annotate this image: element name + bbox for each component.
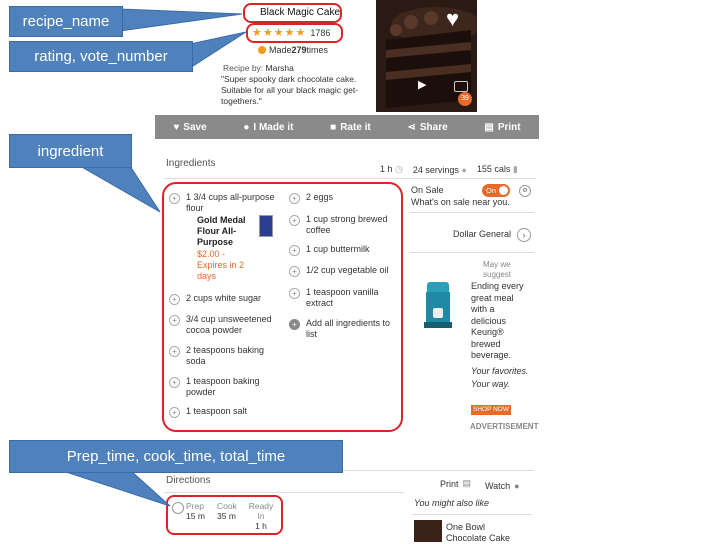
play-icon: ● [514, 481, 520, 491]
machine-top [427, 282, 449, 292]
heart-icon[interactable]: ♥ [446, 8, 468, 30]
shop-now-button[interactable]: SHOP NOW [471, 405, 511, 415]
chef-hat-icon: ● [243, 121, 250, 133]
cals-label: 155 cals [476, 164, 511, 174]
ad-italic-2: Your way. [471, 379, 510, 389]
camera-icon[interactable] [454, 81, 468, 92]
heart-icon: ♥ [173, 121, 180, 133]
machine-base [424, 322, 452, 328]
cals-info[interactable]: 155 cals ▮ [477, 164, 518, 175]
servings-info[interactable]: 24 servings ● [413, 165, 467, 175]
divider [412, 514, 532, 515]
directions-title: Directions [166, 475, 211, 486]
made-icon [258, 46, 266, 54]
made-suffix: times [306, 45, 329, 55]
author-name[interactable]: Marsha [266, 63, 294, 73]
made-count: 279 [291, 45, 307, 55]
print-icon: ▤ [484, 121, 494, 133]
ad-italic-1: Your favorites. [471, 366, 529, 376]
callout-times: Prep_time, cook_time, total_time [9, 440, 343, 473]
machine-cup [433, 308, 443, 318]
share-icon: ⋖ [407, 121, 416, 133]
total-time-label: 1 h [380, 164, 393, 174]
on-sale-toggle[interactable]: On [482, 184, 510, 197]
clock-icon: ◷ [395, 164, 403, 174]
print-label: Print [497, 121, 521, 133]
callout-ingredient: ingredient [9, 134, 132, 168]
chevron-right-icon[interactable]: › [517, 228, 531, 242]
also-like-title: You might also like [414, 498, 490, 508]
recipe-name-highlight [243, 3, 342, 23]
ingredients-highlight [162, 182, 403, 432]
sale-settings-icon[interactable]: ⚙ [519, 185, 531, 197]
divider [164, 178, 536, 179]
store-name[interactable]: Dollar General [453, 229, 513, 241]
times-highlight [166, 495, 283, 535]
ingredients-title: Ingredients [166, 158, 216, 169]
callout-recipe-name: recipe_name [9, 6, 123, 37]
recipe-description: "Super spooky dark chocolate cake. Suita… [221, 74, 359, 106]
ingredients-meta: 1 h ◷ 24 servings ● 155 cals ▮ [380, 164, 518, 175]
directions-print[interactable]: Print ▤ [440, 478, 471, 489]
recipe-toolbar: ♥ Save ● I Made it ■ Rate it ⋖ Share ▤ Print [155, 115, 539, 139]
advertisement-label: ADVERTISEMENT [470, 422, 539, 431]
made-it-button[interactable]: ● I Made it [243, 122, 293, 133]
photo-count-badge: 39 [458, 92, 472, 106]
servings-label: 24 servings [412, 164, 459, 175]
print-icon: ▤ [462, 478, 472, 488]
rating-highlight [246, 23, 343, 43]
on-sale-label: On Sale [411, 185, 444, 195]
bar-chart-icon: ▮ [512, 164, 518, 174]
related-recipe-thumb[interactable] [414, 520, 442, 542]
recipe-photo[interactable]: ♥ ▶ 39 [376, 0, 477, 112]
directions-watch[interactable]: Watch ● [485, 481, 520, 491]
gear-icon: ● [461, 164, 467, 175]
share-button[interactable]: ⋖ Share [407, 122, 447, 133]
recipe-author-row: Recipe by: Marsha [223, 63, 294, 73]
divider [410, 252, 534, 253]
play-icon[interactable]: ▶ [418, 78, 426, 91]
author-label: Recipe by: [223, 63, 266, 73]
share-label: Share [419, 121, 448, 133]
save-button[interactable]: ♥ Save [173, 122, 206, 133]
sale-subtitle: What's on sale near you. [411, 197, 510, 207]
rate-label: Rate it [340, 121, 371, 133]
print-label: Print [440, 478, 459, 489]
made-prefix: Made [269, 45, 292, 55]
rate-button[interactable]: ■ Rate it [330, 122, 371, 133]
print-button[interactable]: ▤ Print [484, 122, 520, 133]
ad-suggest: May we suggest [483, 260, 512, 279]
made-it-label: I Made it [253, 121, 294, 133]
save-label: Save [183, 121, 207, 133]
divider [410, 212, 534, 213]
times-pointer [59, 469, 171, 507]
comment-icon: ■ [330, 121, 337, 133]
ad-body: Ending every great meal with a delicious… [471, 281, 524, 360]
ingredient-pointer [78, 165, 161, 213]
divider [164, 492, 404, 493]
toggle-knob [499, 186, 508, 195]
callout-rating-votes: rating, vote_number [9, 41, 193, 72]
watch-label: Watch [485, 481, 511, 491]
related-recipe-title[interactable]: One Bowl Chocolate Cake [446, 522, 516, 544]
time-info: 1 h ◷ [380, 164, 403, 175]
made-count-row: Made 279 times [258, 45, 328, 55]
keurig-image[interactable] [424, 282, 452, 330]
toggle-label: On [486, 186, 497, 195]
